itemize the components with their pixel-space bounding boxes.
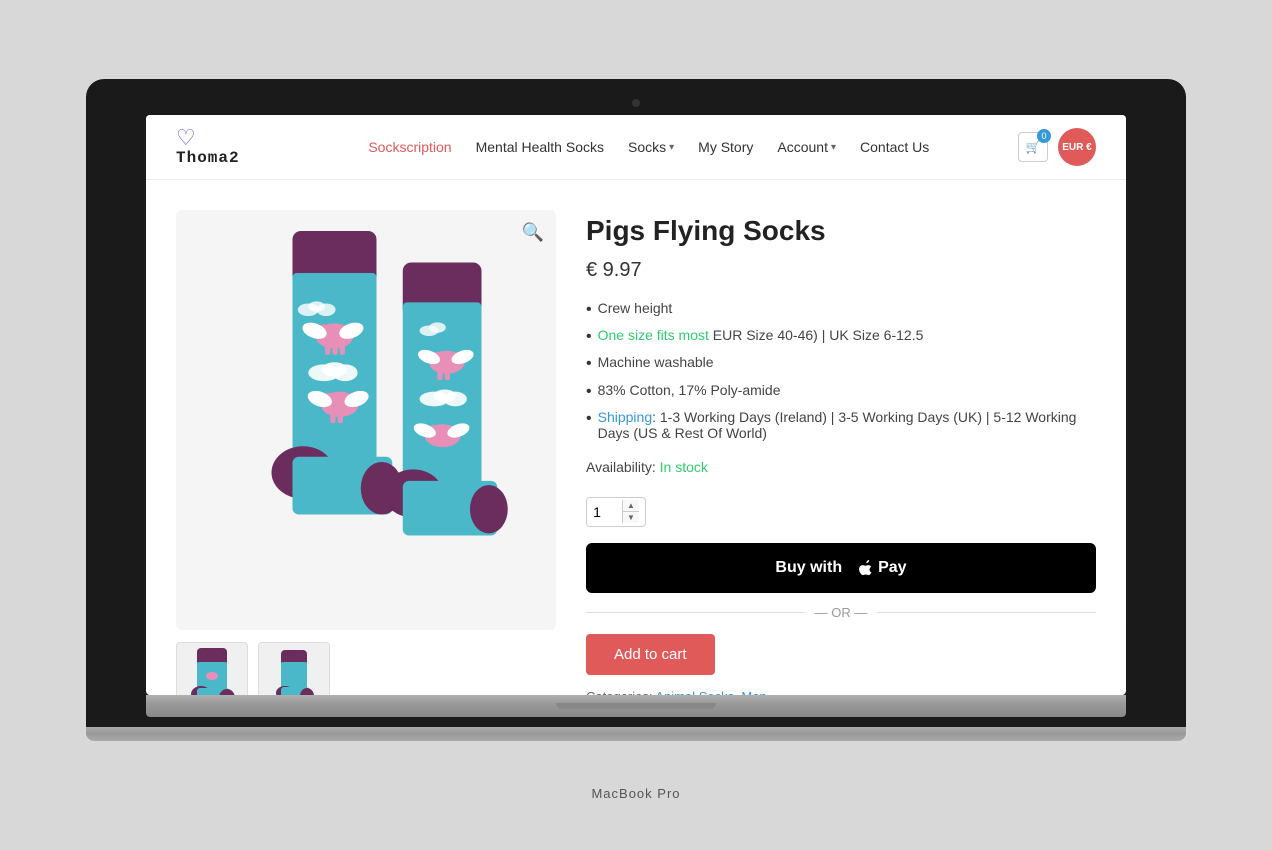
bullet-icon: •: [586, 409, 592, 428]
nav-account[interactable]: Account ▾: [777, 139, 836, 155]
quantity-input[interactable]: [587, 498, 622, 526]
men-link[interactable]: Men: [741, 689, 766, 695]
socks-chevron-icon: ▾: [669, 142, 674, 153]
laptop-bottom-bar: [146, 695, 1126, 717]
logo[interactable]: ♡ Thoma2: [176, 127, 240, 167]
availability-row: Availability: In stock: [586, 459, 1096, 475]
laptop-notch: [556, 703, 716, 709]
cart-icon: 🛒: [1026, 140, 1041, 154]
product-page: 🔍: [146, 180, 1126, 695]
sock-svg-illustration: [176, 210, 556, 630]
screen-bezel: ♡ Thoma2 Sockscription Mental Health Soc…: [86, 79, 1186, 727]
logo-heart-icon: ♡: [176, 127, 196, 149]
buy-with-label: Buy with: [775, 559, 842, 577]
product-images: 🔍: [176, 210, 556, 695]
zoom-icon[interactable]: 🔍: [522, 222, 544, 243]
apple-pay-label: Pay: [858, 559, 906, 577]
quantity-input-wrap[interactable]: ▲ ▼: [586, 497, 646, 527]
macbook-label: MacBook Pro: [591, 786, 680, 801]
quantity-up-arrow[interactable]: ▲: [623, 500, 639, 512]
availability-label: Availability:: [586, 459, 656, 475]
header-actions: 🛒 0 EUR €: [1018, 128, 1096, 166]
or-label: — OR —: [815, 605, 868, 620]
nav-mental-health-socks[interactable]: Mental Health Socks: [476, 139, 604, 155]
nav-menu: Sockscription Mental Health Socks Socks …: [280, 139, 1018, 155]
or-divider: — OR —: [586, 605, 1096, 620]
cart-button[interactable]: 🛒 0: [1018, 132, 1048, 162]
thumbnail-2-svg: [269, 648, 319, 695]
main-product-image: 🔍: [176, 210, 556, 630]
cart-count: 0: [1037, 129, 1051, 143]
add-to-cart-button[interactable]: Add to cart: [586, 634, 715, 675]
product-price: € 9.97: [586, 259, 1096, 282]
bullet-icon: •: [586, 382, 592, 401]
apple-pay-button[interactable]: Buy with Pay: [586, 543, 1096, 593]
or-line-right: [877, 612, 1096, 613]
product-info: Pigs Flying Socks € 9.97 • Crew height •…: [586, 210, 1096, 695]
feature-size: • One size fits most EUR Size 40-46) | U…: [586, 327, 1096, 346]
site-header: ♡ Thoma2 Sockscription Mental Health Soc…: [146, 115, 1126, 180]
thumbnail-1[interactable]: [176, 642, 248, 695]
feature-shipping: • Shipping: 1-3 Working Days (Ireland) |…: [586, 409, 1096, 441]
laptop-screen[interactable]: ♡ Thoma2 Sockscription Mental Health Soc…: [146, 115, 1126, 695]
feature-crew-height: • Crew height: [586, 300, 1096, 319]
product-title: Pigs Flying Socks: [586, 215, 1096, 247]
categories-row: Categories: Animal Socks, Men: [586, 689, 1096, 695]
or-line-left: [586, 612, 805, 613]
nav-contact-us[interactable]: Contact Us: [860, 139, 929, 155]
nav-socks[interactable]: Socks ▾: [628, 139, 674, 155]
shipping-highlight: Shipping: [598, 409, 653, 425]
bullet-icon: •: [586, 327, 592, 346]
thumbnail-1-svg: [187, 648, 237, 695]
quantity-arrows: ▲ ▼: [622, 500, 639, 523]
feature-material: • 83% Cotton, 17% Poly-amide: [586, 382, 1096, 401]
laptop-base: [86, 727, 1186, 741]
camera: [632, 99, 640, 107]
availability-status: In stock: [660, 459, 708, 475]
product-features: • Crew height • One size fits most EUR S…: [586, 300, 1096, 441]
categories-label: Categories:: [586, 689, 652, 695]
product-thumbnails: [176, 642, 556, 695]
quantity-down-arrow[interactable]: ▼: [623, 512, 639, 523]
thumbnail-2[interactable]: [258, 642, 330, 695]
account-chevron-icon: ▾: [831, 142, 836, 153]
logo-text: Thoma2: [176, 149, 240, 167]
bullet-icon: •: [586, 300, 592, 319]
nav-sockscription[interactable]: Sockscription: [368, 139, 451, 155]
laptop-shell: ♡ Thoma2 Sockscription Mental Health Soc…: [86, 79, 1186, 771]
quantity-row: ▲ ▼: [586, 497, 1096, 527]
apple-icon: [858, 560, 874, 576]
feature-washable: • Machine washable: [586, 354, 1096, 373]
nav-my-story[interactable]: My Story: [698, 139, 753, 155]
size-highlight: One size fits most: [598, 327, 709, 343]
bullet-icon: •: [586, 354, 592, 373]
animal-socks-link[interactable]: Animal Socks: [655, 689, 734, 695]
currency-button[interactable]: EUR €: [1058, 128, 1096, 166]
